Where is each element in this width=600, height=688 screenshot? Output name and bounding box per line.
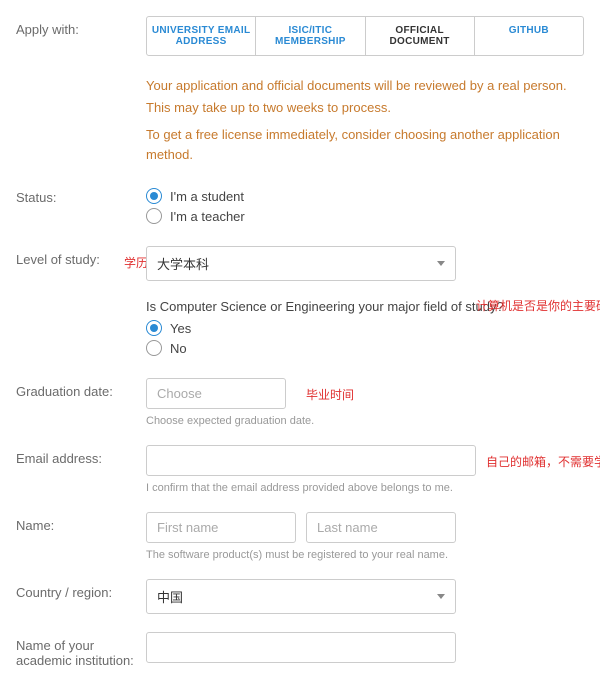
annotation-email: 自己的邮箱，不需要学生邮箱	[486, 453, 600, 470]
email-input[interactable]	[146, 445, 476, 476]
status-label: Status:	[16, 184, 146, 205]
info-line3: To get a free license immediately, consi…	[146, 125, 584, 164]
tab-official-document[interactable]: OFFICIAL DOCUMENT	[366, 17, 475, 55]
status-row: Status: I'm a student I'm a teacher	[16, 184, 584, 228]
status-student-option[interactable]: I'm a student	[146, 188, 584, 204]
country-select-value: 中国	[157, 587, 183, 606]
level-select-value: 大学本科	[157, 254, 209, 273]
institution-input[interactable]	[146, 632, 456, 663]
radio-icon	[146, 340, 162, 356]
radio-icon	[146, 208, 162, 224]
institution-label: Name of your academic institution:	[16, 632, 146, 668]
name-hint: The software product(s) must be register…	[146, 549, 584, 561]
level-label: Level of study:	[16, 252, 100, 267]
application-form: Apply with: UNIVERSITY EMAIL ADDRESS ISI…	[0, 0, 600, 688]
country-label: Country / region:	[16, 579, 146, 600]
apply-with-row: Apply with: UNIVERSITY EMAIL ADDRESS ISI…	[16, 16, 584, 56]
country-row: Country / region: 中国	[16, 579, 584, 614]
annotation-cs: 计算机是否是你的主要研究领域？	[476, 297, 600, 314]
tab-university-email[interactable]: UNIVERSITY EMAIL ADDRESS	[147, 17, 256, 55]
name-label: Name:	[16, 512, 146, 533]
first-name-input[interactable]	[146, 512, 296, 543]
apply-with-label: Apply with:	[16, 16, 146, 37]
email-row: Email address: 自己的邮箱，不需要学生邮箱 I confirm t…	[16, 445, 584, 494]
graduation-row: Graduation date: 毕业时间 Choose expected gr…	[16, 378, 584, 427]
last-name-input[interactable]	[306, 512, 456, 543]
chevron-down-icon	[437, 594, 445, 599]
cs-no-option[interactable]: No	[146, 340, 584, 356]
info-row: Your application and official documents …	[16, 74, 584, 166]
cs-yes-option[interactable]: Yes	[146, 320, 584, 336]
radio-icon	[146, 188, 162, 204]
cs-no-label: No	[170, 341, 187, 356]
tab-isic[interactable]: ISIC/ITIC MEMBERSHIP	[256, 17, 365, 55]
chevron-down-icon	[437, 261, 445, 266]
status-teacher-label: I'm a teacher	[170, 209, 245, 224]
graduation-label: Graduation date:	[16, 378, 146, 399]
name-row: Name: The software product(s) must be re…	[16, 512, 584, 561]
institution-row: Name of your academic institution:	[16, 632, 584, 668]
email-label: Email address:	[16, 445, 146, 466]
email-hint: I confirm that the email address provide…	[146, 482, 584, 494]
status-teacher-option[interactable]: I'm a teacher	[146, 208, 584, 224]
graduation-input[interactable]	[146, 378, 286, 409]
cs-yes-label: Yes	[170, 321, 191, 336]
country-select[interactable]: 中国	[146, 579, 456, 614]
level-select[interactable]: 大学本科	[146, 246, 456, 281]
info-line2: This may take up to two weeks to process…	[146, 98, 584, 118]
status-student-label: I'm a student	[170, 189, 244, 204]
annotation-graduation: 毕业时间	[306, 386, 354, 403]
level-row: Level of study: 学历 大学本科	[16, 246, 584, 281]
tab-github[interactable]: GITHUB	[475, 17, 583, 55]
cs-question-row: 计算机是否是你的主要研究领域？ Is Computer Science or E…	[16, 299, 584, 360]
annotation-level: 学历	[124, 254, 148, 271]
info-line1: Your application and official documents …	[146, 76, 584, 96]
graduation-hint: Choose expected graduation date.	[146, 415, 584, 427]
radio-icon	[146, 320, 162, 336]
apply-with-tabs: UNIVERSITY EMAIL ADDRESS ISIC/ITIC MEMBE…	[146, 16, 584, 56]
